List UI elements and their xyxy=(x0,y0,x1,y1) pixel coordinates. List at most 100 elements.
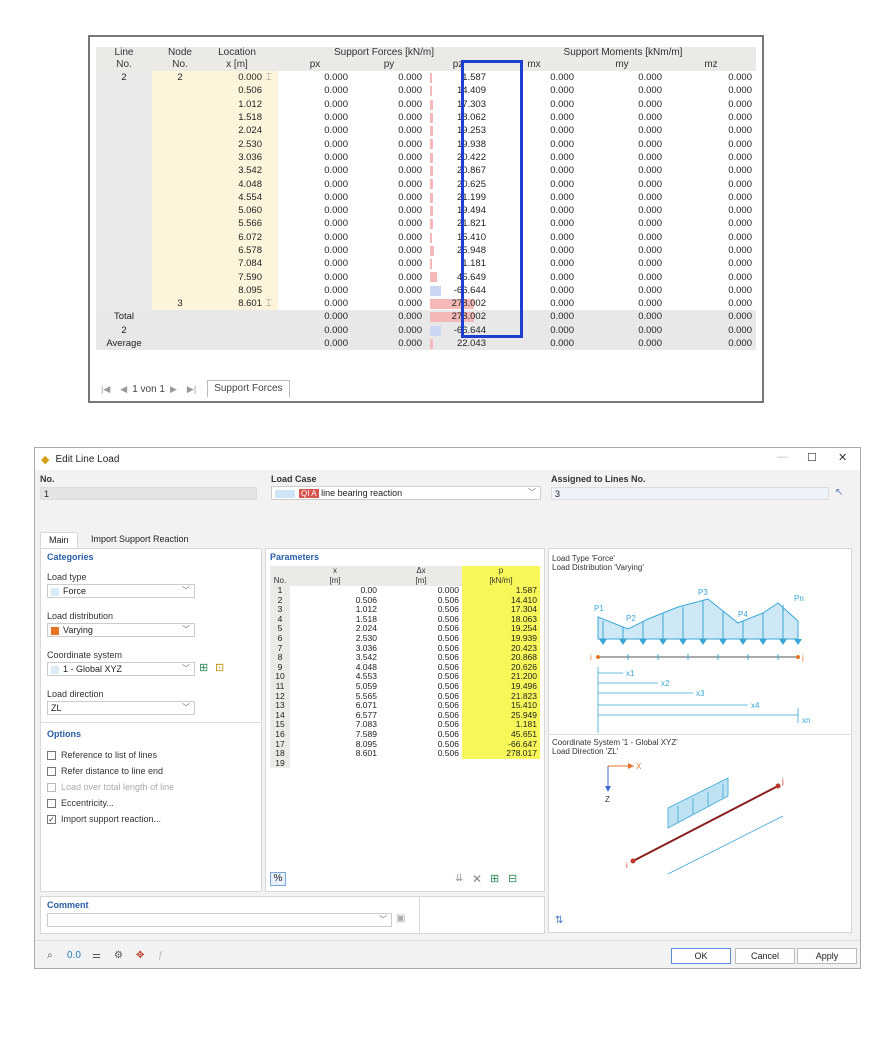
prev-page-icon[interactable]: ◀ xyxy=(120,384,127,395)
parameter-row[interactable]: 3 1.012 0.506 17.304 xyxy=(270,605,540,615)
table-row[interactable]: 3.542 0.000 0.000 20.867 0.000 0.000 0.000 xyxy=(96,164,756,178)
import-table-icon[interactable]: ⊞ xyxy=(490,872,499,885)
py-cell: 0.000 xyxy=(352,84,426,98)
first-page-icon[interactable]: |◀ xyxy=(101,384,110,395)
parameter-row[interactable]: 7 3.036 0.506 20.423 xyxy=(270,643,540,654)
p-cell[interactable] xyxy=(462,758,540,769)
last-page-icon[interactable]: ▶| xyxy=(187,384,196,395)
minimize-icon[interactable]: — xyxy=(777,451,788,463)
select-icon[interactable]: ✥ xyxy=(136,950,144,961)
parameter-row[interactable]: 5 2.024 0.506 19.254 xyxy=(270,624,540,634)
parameters-table[interactable]: x Δx p No. [m] [m] [kN/m] 1 0.00 0.000 1.58… xyxy=(270,566,540,769)
parameter-row[interactable]: 17 8.095 0.506 -66.647 xyxy=(270,739,540,750)
parameter-row[interactable]: 16 7.589 0.506 45.651 xyxy=(270,729,540,740)
apply-button[interactable]: Apply xyxy=(797,948,857,964)
sheet-tab-support-forces[interactable]: Support Forces xyxy=(207,380,290,398)
option-reference-list-lines[interactable]: Reference to list of lines xyxy=(47,750,157,760)
parameter-row[interactable]: 4 1.518 0.506 18.063 xyxy=(270,614,540,625)
load-type-select[interactable]: Force ﹀ xyxy=(47,584,195,598)
percent-button[interactable]: % xyxy=(270,872,286,886)
parameter-row[interactable]: 18 8.601 0.506 278.017 xyxy=(270,749,540,759)
no-field[interactable]: 1 xyxy=(40,487,257,500)
option-eccentricity[interactable]: Eccentricity... xyxy=(47,798,114,808)
search-icon[interactable]: ⌕ xyxy=(47,950,53,961)
comment-library-icon[interactable]: ▣ xyxy=(396,913,405,924)
close-icon[interactable]: ✕ xyxy=(838,451,847,464)
load-direction-select[interactable]: ZL ﹀ xyxy=(47,701,195,715)
dx-cell[interactable] xyxy=(380,758,462,769)
display-settings-icon[interactable]: ⚌ xyxy=(92,950,101,961)
parameter-row[interactable]: 12 5.565 0.506 21.823 xyxy=(270,691,540,702)
option-import-support-reaction[interactable]: ✓ Import support reaction... xyxy=(47,814,161,824)
p-cell[interactable]: 278.017 xyxy=(462,749,540,759)
table-row[interactable]: 8.095 0.000 0.000 -66.644 0.000 0.000 0.000 xyxy=(96,283,756,298)
parameter-row[interactable]: 1 0.00 0.000 1.587 xyxy=(270,585,540,596)
table-row[interactable]: 4.048 0.000 0.000 20.625 0.000 0.000 0.000 xyxy=(96,177,756,191)
table-row[interactable]: 1.012 0.000 0.000 17.303 0.000 0.000 0.000 xyxy=(96,97,756,111)
summary-row[interactable]: Average 0.000 0.000 22.043 0.000 0.000 0.000 xyxy=(96,336,756,351)
table-row[interactable]: 1.518 0.000 0.000 18.062 0.000 0.000 0.000 xyxy=(96,110,756,125)
edit-coordinate-system-icon[interactable]: ⊡ xyxy=(215,661,224,674)
comment-input[interactable]: ﹀ xyxy=(47,913,392,927)
table-row[interactable]: 5.060 0.000 0.000 19.494 0.000 0.000 0.000 xyxy=(96,203,756,218)
x-cell[interactable]: 8.601 xyxy=(290,749,380,759)
pz-bar xyxy=(430,99,433,110)
assigned-lines-field[interactable]: 3 xyxy=(551,487,829,500)
tab-import-support-reaction[interactable]: Import Support Reaction xyxy=(83,532,197,548)
coordinate-system-select[interactable]: 1 - Global XYZ ﹀ xyxy=(47,662,195,676)
export-table-icon[interactable]: ⊟ xyxy=(508,872,517,885)
py-cell: 0.000 xyxy=(352,297,426,311)
table-row[interactable]: 2.530 0.000 0.000 19.938 0.000 0.000 0.000 xyxy=(96,137,756,151)
summary-row[interactable]: Total 0.000 0.000 278.002 0.000 0.000 0.000 xyxy=(96,310,756,324)
checkbox-icon[interactable] xyxy=(47,750,56,760)
new-coordinate-system-icon[interactable]: ⊞ xyxy=(199,661,208,674)
table-row[interactable]: 2 2 0.000 ⌶ 0.000 0.000 1.587 0.000 0.000 0.000 xyxy=(96,71,756,311)
x-cell[interactable] xyxy=(290,758,380,769)
parameter-row[interactable]: 10 4.553 0.506 21.200 xyxy=(270,672,540,682)
mz-cell: 0.000 xyxy=(666,323,756,337)
next-page-icon[interactable]: ▶ xyxy=(170,384,177,395)
info-icon[interactable]: ⇅ xyxy=(555,915,563,926)
pz-bar xyxy=(430,272,438,283)
units-icon[interactable]: 0.0 xyxy=(67,950,81,961)
checkbox-checked-icon[interactable]: ✓ xyxy=(47,814,56,824)
parameter-row[interactable]: 2 0.506 0.506 14.410 xyxy=(270,595,540,606)
parameter-row[interactable]: 19 xyxy=(270,758,540,769)
option-refer-distance-line-end[interactable]: Refer distance to line end xyxy=(47,766,163,776)
maximize-icon[interactable]: ☐ xyxy=(807,451,817,464)
pz-column-highlight xyxy=(461,60,523,338)
table-row[interactable]: 3 8.601 ⌶ 0.000 0.000 278.002 0.000 0.000 0.000 xyxy=(96,297,756,311)
table-row[interactable]: 7.590 0.000 0.000 45.649 0.000 0.000 0.000 xyxy=(96,270,756,284)
load-distribution-select[interactable]: Varying ﹀ xyxy=(47,623,195,637)
summary-row[interactable]: 2 0.000 0.000 -66.644 0.000 0.000 0.000 xyxy=(96,323,756,337)
table-row[interactable]: 7.084 0.000 0.000 1.181 0.000 0.000 0.000 xyxy=(96,257,756,271)
location-cell: 3.036 xyxy=(208,150,266,165)
table-row[interactable]: 2.024 0.000 0.000 19.253 0.000 0.000 0.000 xyxy=(96,124,756,138)
parameter-row[interactable]: 9 4.048 0.506 20.626 xyxy=(270,662,540,673)
table-row[interactable]: 6.578 0.000 0.000 25.948 0.000 0.000 0.000 xyxy=(96,243,756,258)
parameter-row[interactable]: 6 2.530 0.506 19.939 xyxy=(270,633,540,644)
sort-icon[interactable]: ⇊ xyxy=(455,873,463,884)
options-heading: Options xyxy=(47,729,81,739)
delete-row-icon[interactable]: ✕ xyxy=(472,872,482,886)
table-row[interactable]: 3.036 0.000 0.000 20.422 0.000 0.000 0.000 xyxy=(96,150,756,165)
table-row[interactable]: 0.506 0.000 0.000 14.409 0.000 0.000 0.000 xyxy=(96,84,756,98)
table-row[interactable]: 5.566 0.000 0.000 21.821 0.000 0.000 0.000 xyxy=(96,217,756,231)
checkbox-icon[interactable] xyxy=(47,798,56,808)
table-row[interactable]: 4.554 0.000 0.000 21.199 0.000 0.000 0.000 xyxy=(96,190,756,204)
select-lines-icon[interactable]: ↖ xyxy=(835,487,843,498)
parameter-row[interactable]: 8 3.542 0.506 20.868 xyxy=(270,653,540,663)
load-case-select[interactable]: QI A line bearing reaction ﹀ xyxy=(271,486,541,500)
cancel-button[interactable]: Cancel xyxy=(735,948,795,964)
parameter-row[interactable]: 15 7.083 0.506 1.181 xyxy=(270,720,540,730)
dx-cell[interactable]: 0.506 xyxy=(380,749,462,759)
tab-main[interactable]: Main xyxy=(40,532,78,548)
table-row[interactable]: 6.072 0.000 0.000 15.410 0.000 0.000 0.000 xyxy=(96,230,756,244)
view-icon[interactable]: ⚙ xyxy=(114,950,123,961)
checkbox-icon[interactable] xyxy=(47,766,56,776)
ok-button[interactable]: OK xyxy=(671,948,731,964)
parameter-row[interactable]: 11 5.059 0.506 19.496 xyxy=(270,681,540,692)
parameter-row[interactable]: 14 6.577 0.506 25.949 xyxy=(270,710,540,721)
parameter-row[interactable]: 13 6.071 0.506 15.410 xyxy=(270,701,540,711)
support-symbol-icon xyxy=(266,110,278,125)
